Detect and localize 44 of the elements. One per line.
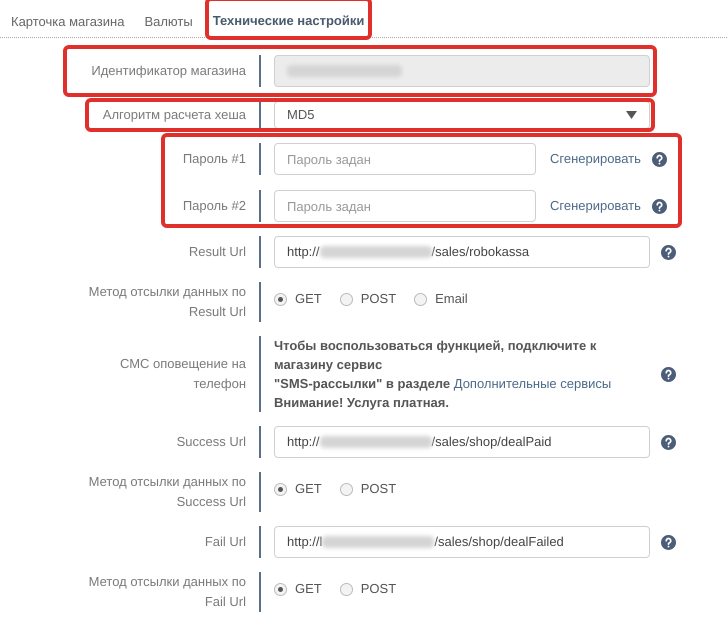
generate-link[interactable]: Сгенерировать	[550, 196, 641, 216]
url-field[interactable]: http:// /sales/shop/dealPaid	[274, 426, 650, 458]
hash-select[interactable]: MD5	[274, 101, 650, 129]
url-text: /sales/robokassa	[432, 243, 530, 262]
url-text: http://	[287, 243, 320, 262]
radio-option[interactable]: GET	[274, 289, 322, 309]
url-text: http://	[287, 433, 320, 452]
help-icon[interactable]	[661, 434, 676, 450]
field-label: Метод отсылки данных по Success Url	[88, 473, 246, 511]
notice-text: Чтобы воспользоваться функцией, подключите к магазину сервис "SMS-рассылки" в разделе Дополнительные сервисы Внимание! Услуга платная.	[274, 337, 612, 412]
password-field[interactable]: Пароль задан	[274, 143, 536, 175]
help-icon[interactable]	[652, 198, 667, 214]
field-label: Fail Url	[204, 533, 246, 551]
password-field[interactable]: Пароль задан	[274, 190, 536, 222]
help-icon[interactable]	[661, 244, 676, 260]
caret-icon	[626, 111, 637, 119]
field-label: Result Url	[188, 243, 246, 261]
tab[interactable]: Технические настройки	[212, 10, 364, 36]
field-label: СМС оповещение на телефон	[118, 355, 246, 393]
radio-option[interactable]: POST	[340, 579, 396, 599]
help-icon[interactable]	[652, 152, 667, 166]
field-label: Success Url	[176, 433, 246, 451]
field-label: Пароль #2	[182, 197, 246, 215]
field-label: Метод отсылки данных по Result Url	[88, 283, 246, 321]
help-icon[interactable]	[661, 366, 676, 382]
radio-option[interactable]: GET	[274, 479, 322, 499]
field-label: Метод отсылки данных по Fail Url	[88, 573, 246, 611]
field-label: Идентификатор магазина	[91, 62, 246, 80]
tab[interactable]: Валюты	[144, 12, 193, 37]
field-label: Пароль #1	[182, 150, 246, 168]
radio-option[interactable]: GET	[274, 579, 322, 599]
tab[interactable]: Карточка магазина	[11, 12, 124, 37]
url-field[interactable]: http:// /sales/robokassa	[274, 236, 650, 268]
generate-link[interactable]: Сгенерировать	[550, 149, 641, 169]
url-text: http://l	[287, 533, 322, 552]
url-text: /sales/shop/dealFailed	[434, 533, 564, 552]
services-link[interactable]: Дополнительные сервисы	[454, 376, 612, 391]
help-icon[interactable]	[661, 534, 676, 550]
field-label: Алгоритм расчета хеша	[102, 106, 246, 124]
radio-option[interactable]: Email	[414, 289, 468, 309]
radio-option[interactable]: POST	[340, 479, 396, 499]
url-text: /sales/shop/dealPaid	[432, 433, 552, 452]
radio-option[interactable]: POST	[340, 289, 396, 309]
url-field[interactable]: http://l /sales/shop/dealFailed	[274, 526, 650, 558]
